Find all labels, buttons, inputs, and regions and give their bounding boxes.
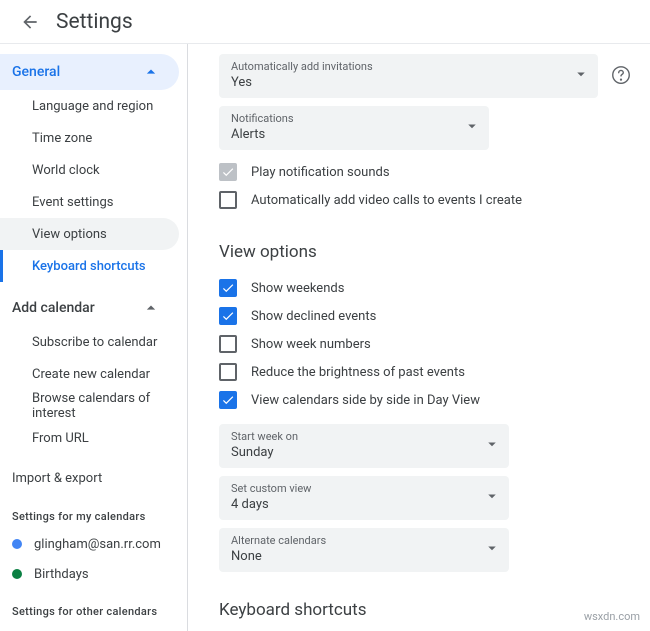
section-view-options: View options bbox=[219, 242, 632, 262]
check-icon bbox=[221, 309, 235, 323]
dropdown-value: Alerts bbox=[231, 126, 294, 144]
chevron-down-icon bbox=[572, 65, 590, 87]
calendar-item-label: glingham@san.rr.com bbox=[34, 537, 161, 552]
sidebar-section-othercals: Settings for other calendars bbox=[0, 589, 185, 624]
declined-checkbox[interactable] bbox=[219, 307, 237, 325]
arrow-left-icon bbox=[20, 12, 40, 32]
help-icon[interactable] bbox=[610, 64, 632, 86]
checkbox-label: View calendars side by side in Day View bbox=[251, 393, 480, 408]
check-icon bbox=[221, 281, 235, 295]
chevron-up-icon bbox=[141, 298, 161, 318]
add-video-checkbox[interactable] bbox=[219, 191, 237, 209]
nav-item-browsecal[interactable]: Browse calendars of interest bbox=[0, 390, 179, 422]
weekends-checkbox[interactable] bbox=[219, 279, 237, 297]
nav-item-keyboard[interactable]: Keyboard shortcuts bbox=[0, 250, 179, 282]
nav-item-worldclock[interactable]: World clock bbox=[0, 154, 179, 186]
startweek-dropdown[interactable]: Start week on Sunday bbox=[219, 424, 509, 468]
nav-group-label: General bbox=[12, 64, 60, 80]
nav-group-general[interactable]: General bbox=[0, 54, 179, 90]
checkbox-label: Show weekends bbox=[251, 281, 344, 296]
chevron-down-icon bbox=[483, 487, 501, 509]
calendar-item[interactable]: glingham@san.rr.com bbox=[0, 529, 185, 559]
brightness-checkbox[interactable] bbox=[219, 363, 237, 381]
checkbox-label: Play notification sounds bbox=[251, 165, 390, 180]
weeknumbers-checkbox[interactable] bbox=[219, 335, 237, 353]
nav-item-importexport[interactable]: Import & export bbox=[0, 462, 185, 494]
notifications-dropdown[interactable]: Notifications Alerts bbox=[219, 106, 489, 150]
calendar-item-label: Birthdays bbox=[34, 567, 89, 582]
nav-item-timezone[interactable]: Time zone bbox=[0, 122, 179, 154]
customview-dropdown[interactable]: Set custom view 4 days bbox=[219, 476, 509, 520]
sidebar-section-mycals: Settings for my calendars bbox=[0, 494, 185, 529]
chevron-down-icon bbox=[483, 435, 501, 457]
section-keyboard: Keyboard shortcuts bbox=[219, 600, 632, 620]
dropdown-label: Set custom view bbox=[231, 482, 311, 496]
nav-group-addcalendar[interactable]: Add calendar bbox=[0, 290, 179, 326]
chevron-down-icon bbox=[483, 539, 501, 561]
checkbox-label: Automatically add video calls to events … bbox=[251, 193, 522, 208]
calendar-item[interactable]: Holidays in United States bbox=[0, 624, 185, 631]
back-button[interactable] bbox=[12, 4, 48, 40]
dropdown-label: Alternate calendars bbox=[231, 534, 326, 548]
dropdown-label: Start week on bbox=[231, 430, 298, 444]
settings-header: Settings bbox=[0, 0, 650, 44]
watermark: wsxdn.com bbox=[584, 610, 640, 623]
chevron-down-icon bbox=[463, 117, 481, 139]
checkbox-label: Reduce the brightness of past events bbox=[251, 365, 465, 380]
nav-item-language[interactable]: Language and region bbox=[0, 90, 179, 122]
dropdown-value: Sunday bbox=[231, 444, 298, 462]
check-icon bbox=[221, 165, 235, 179]
nav-item-eventsettings[interactable]: Event settings bbox=[0, 186, 179, 218]
dropdown-value: None bbox=[231, 548, 326, 566]
dropdown-label: Notifications bbox=[231, 112, 294, 126]
calendar-item[interactable]: Birthdays bbox=[0, 559, 185, 589]
play-sounds-checkbox[interactable] bbox=[219, 163, 237, 181]
calendar-color-dot bbox=[12, 569, 22, 579]
dropdown-label: Automatically add invitations bbox=[231, 60, 373, 74]
alternate-dropdown[interactable]: Alternate calendars None bbox=[219, 528, 509, 572]
nav-group-label: Add calendar bbox=[12, 300, 95, 316]
settings-content: Automatically add invitations Yes Notifi… bbox=[189, 44, 650, 631]
nav-item-subscribe[interactable]: Subscribe to calendar bbox=[0, 326, 179, 358]
checkbox-label: Show declined events bbox=[251, 309, 376, 324]
checkbox-label: Show week numbers bbox=[251, 337, 371, 352]
chevron-up-icon bbox=[141, 62, 161, 82]
dropdown-value: 4 days bbox=[231, 496, 311, 514]
page-title: Settings bbox=[56, 10, 133, 34]
calendar-color-dot bbox=[12, 539, 22, 549]
sidebyside-checkbox[interactable] bbox=[219, 391, 237, 409]
invitations-dropdown[interactable]: Automatically add invitations Yes bbox=[219, 54, 598, 98]
nav-item-createcal[interactable]: Create new calendar bbox=[0, 358, 179, 390]
settings-sidebar: General Language and region Time zone Wo… bbox=[0, 44, 185, 631]
check-icon bbox=[221, 393, 235, 407]
nav-item-fromurl[interactable]: From URL bbox=[0, 422, 179, 454]
dropdown-value: Yes bbox=[231, 74, 373, 92]
nav-item-viewoptions[interactable]: View options bbox=[0, 218, 179, 250]
